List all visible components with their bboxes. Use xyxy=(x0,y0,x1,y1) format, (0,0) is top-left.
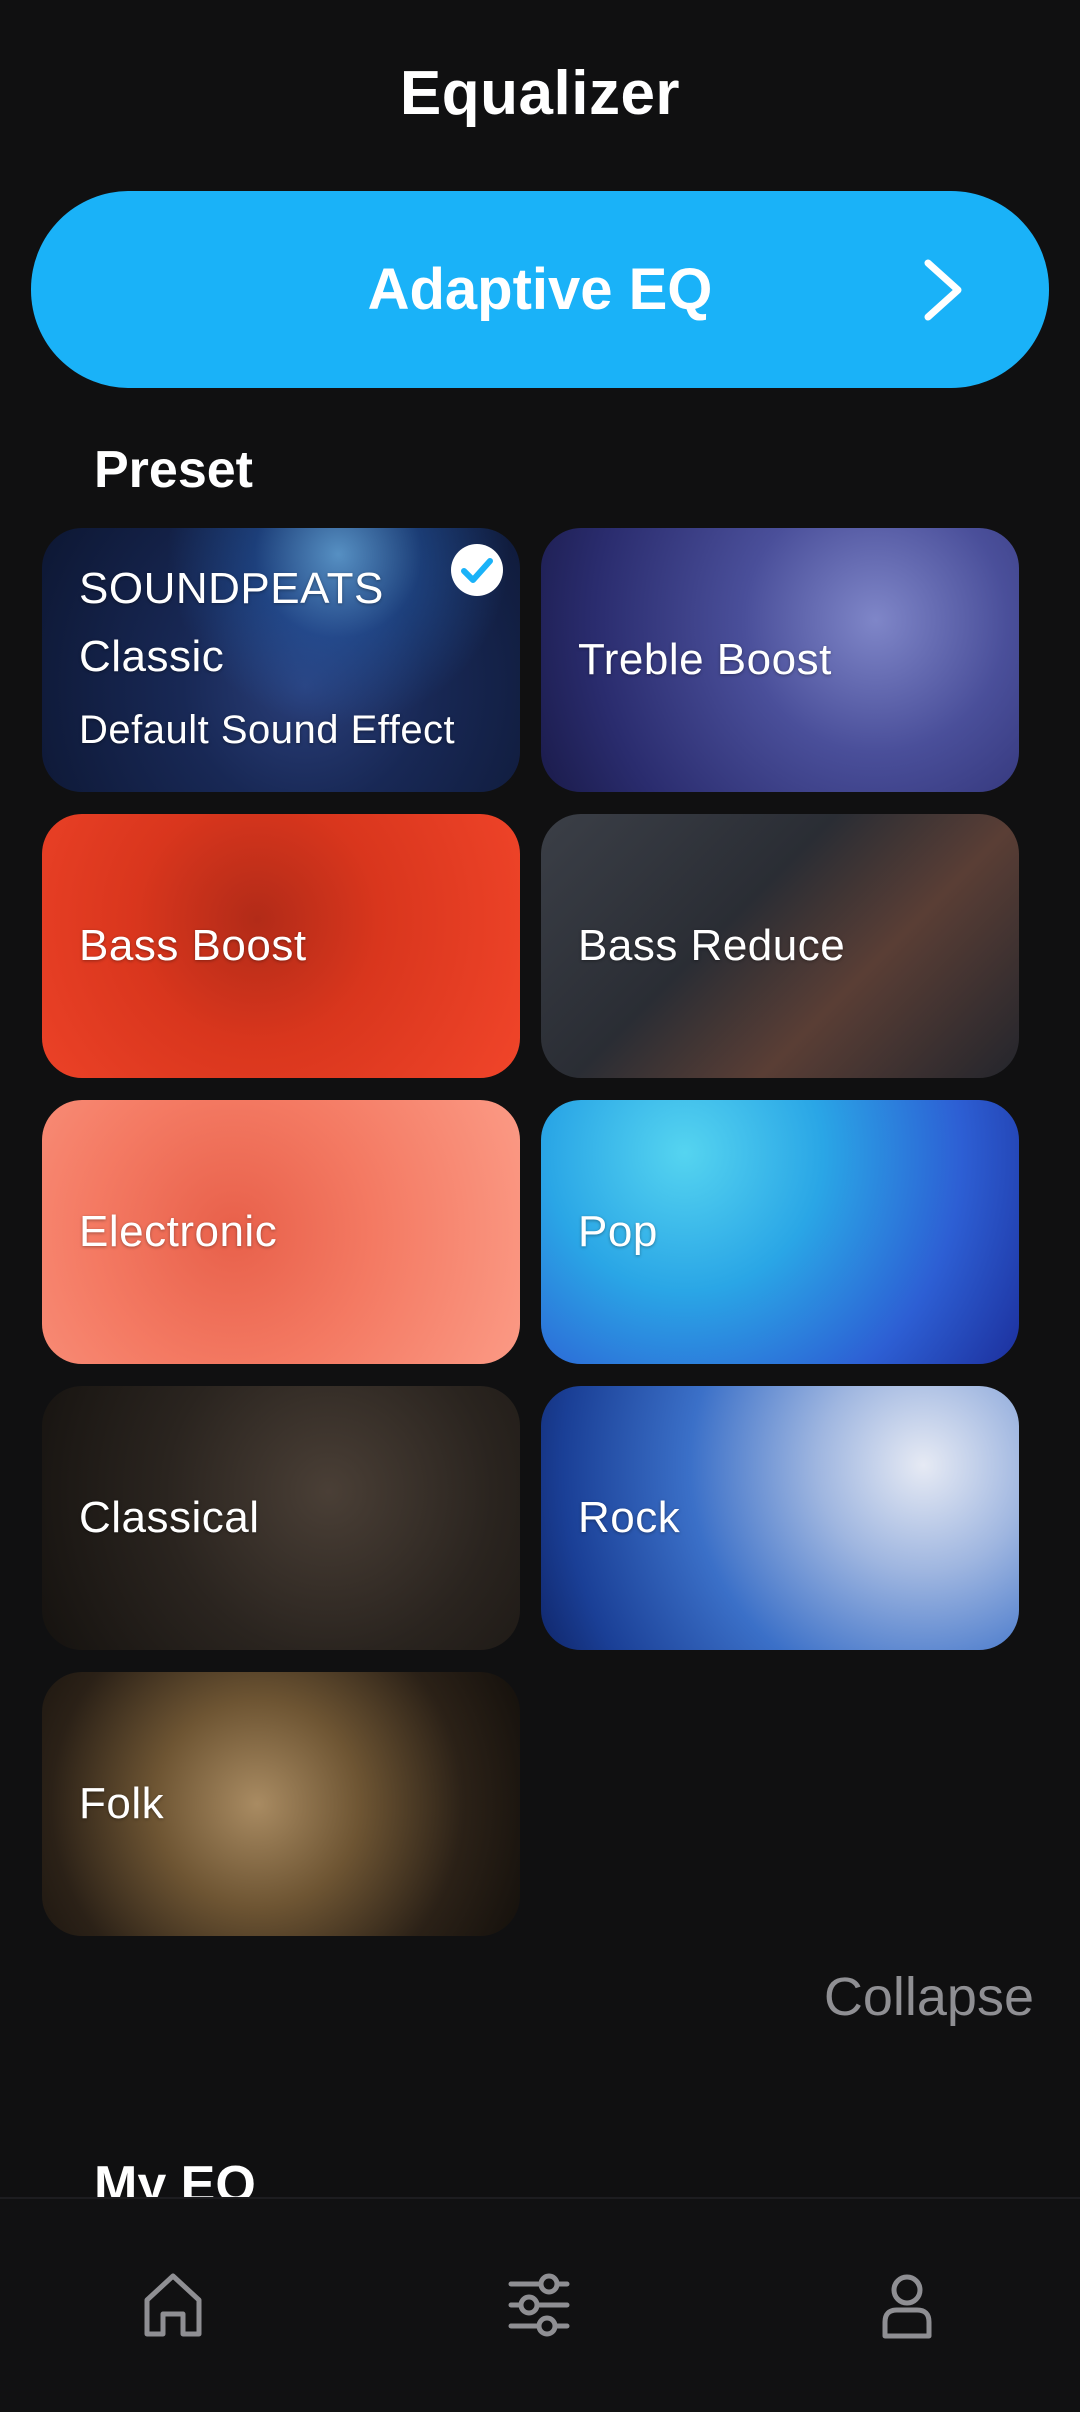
preset-label: Classical xyxy=(79,1493,260,1542)
preset-tile-bass-reduce[interactable]: Bass Reduce xyxy=(541,814,1019,1078)
adaptive-eq-button[interactable]: Adaptive EQ xyxy=(31,191,1049,388)
adaptive-eq-label: Adaptive EQ xyxy=(367,257,713,322)
preset-tile-soundpeats-classic[interactable]: SOUNDPEATS Classic Default Sound Effect xyxy=(42,528,520,792)
sliders-icon[interactable] xyxy=(507,2270,571,2340)
person-icon[interactable] xyxy=(875,2270,939,2340)
preset-label: Electronic xyxy=(79,1207,278,1256)
preset-label: SOUNDPEATS xyxy=(79,564,384,613)
preset-label: Bass Boost xyxy=(79,921,307,970)
collapse-button[interactable]: Collapse xyxy=(824,1966,1034,2028)
preset-label: Rock xyxy=(578,1493,681,1542)
preset-label: Treble Boost xyxy=(578,635,832,684)
preset-subtitle: Default Sound Effect xyxy=(79,708,456,752)
preset-label-line2: Classic xyxy=(79,632,225,681)
page-title: Equalizer xyxy=(399,59,681,128)
preset-tile-bass-boost[interactable]: Bass Boost xyxy=(42,814,520,1078)
preset-tile-folk[interactable]: Folk xyxy=(42,1672,520,1936)
preset-label: Bass Reduce xyxy=(578,921,846,970)
home-icon[interactable] xyxy=(141,2270,205,2340)
preset-label: Folk xyxy=(79,1779,165,1828)
preset-tile-electronic[interactable]: Electronic xyxy=(42,1100,520,1364)
preset-tile-treble-boost[interactable]: Treble Boost xyxy=(541,528,1019,792)
preset-tile-pop[interactable]: Pop xyxy=(541,1100,1019,1364)
preset-label: Pop xyxy=(578,1207,658,1256)
preset-tile-rock[interactable]: Rock xyxy=(541,1386,1019,1650)
chevron-right-icon xyxy=(924,259,962,321)
preset-tile-classical[interactable]: Classical xyxy=(42,1386,520,1650)
preset-section-title: Preset xyxy=(94,441,253,499)
check-icon xyxy=(451,544,503,596)
